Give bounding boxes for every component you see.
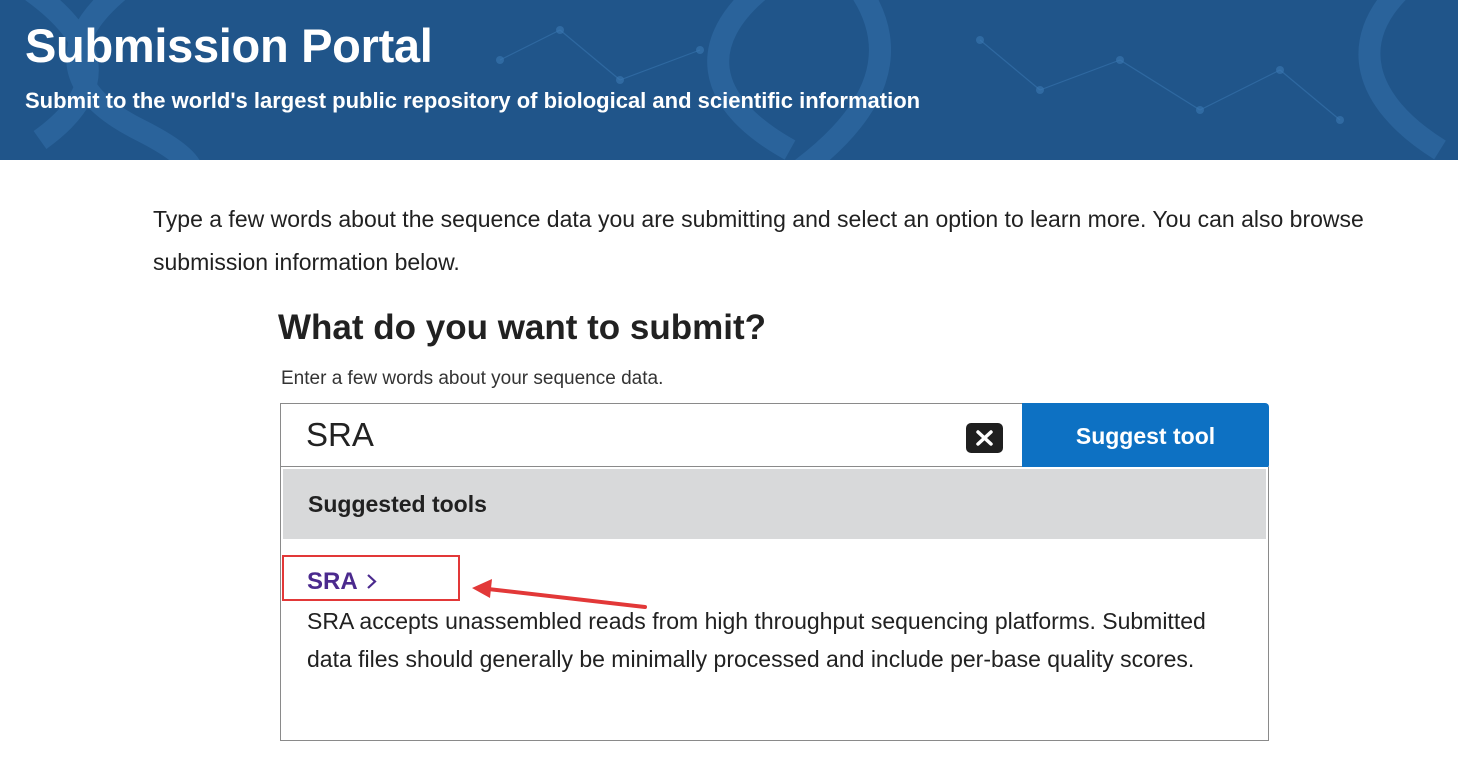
search-box [280, 403, 1022, 467]
highlight-box [282, 555, 460, 601]
suggestions-header-label: Suggested tools [308, 491, 487, 517]
search-input[interactable] [306, 404, 946, 466]
page-title: Submission Portal [25, 19, 433, 72]
suggestion-description: SRA accepts unassembled reads from high … [307, 608, 1206, 672]
close-icon [976, 430, 993, 446]
suggestions-header: Suggested tools [283, 469, 1266, 539]
page-banner: Submission Portal Submit to the world's … [0, 0, 1458, 160]
suggest-tool-button[interactable]: Suggest tool [1022, 403, 1269, 469]
clear-search-button[interactable] [966, 423, 1003, 453]
search-hint: Enter a few words about your sequence da… [281, 368, 664, 389]
intro-text: Type a few words about the sequence data… [153, 206, 1364, 275]
search-heading: What do you want to submit? [278, 308, 767, 347]
page-subtitle: Submit to the world's largest public rep… [25, 88, 921, 113]
